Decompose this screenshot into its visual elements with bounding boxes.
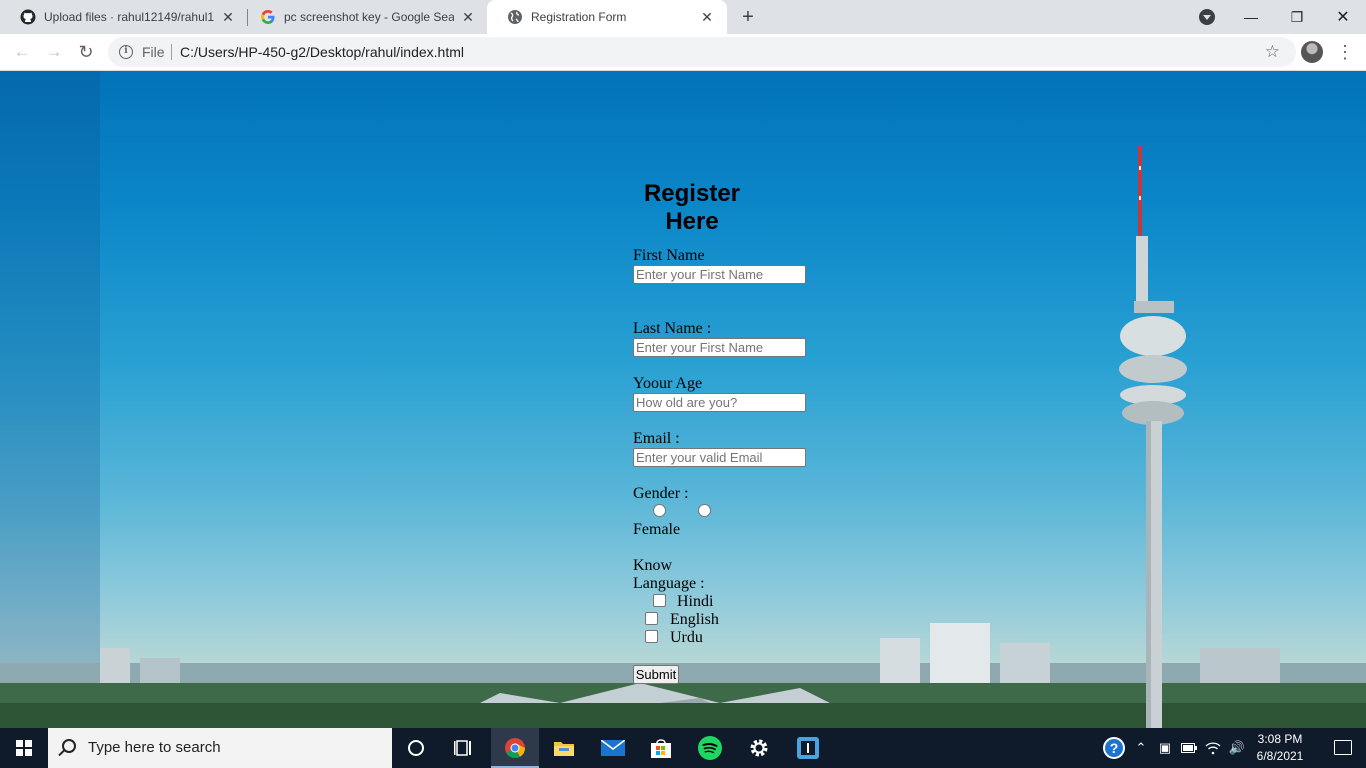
clock-date: 6/8/2021 [1256,749,1304,763]
age-label: Yoour Age [633,375,703,392]
language-label: Know [633,557,673,574]
windows-icon [16,740,32,756]
last-name-label: Last Name : [633,320,712,337]
globe-icon [508,10,522,24]
browser-toolbar: ← → ↻ i File C:/Users/HP-450-g2/Desktop/… [0,34,1366,71]
file-explorer-icon[interactable] [540,728,588,768]
profile-avatar[interactable] [1301,41,1323,63]
store-icon[interactable] [637,728,685,768]
hindi-label: Hindi [677,593,714,610]
google-icon [261,10,275,24]
restore-button[interactable]: ❐ [1274,0,1320,34]
site-info-icon[interactable]: i [119,45,133,59]
taskbar: Type here to search ? ⌃ ▣ 🔊 3:08 PM 6/8/… [0,728,1366,768]
english-label: English [670,611,719,628]
title-line: Here [665,208,719,235]
reload-icon[interactable]: ↻ [76,42,96,62]
title-line: Register [643,180,741,207]
github-icon [20,9,36,25]
last-name-input[interactable] [633,338,806,357]
minimize-button[interactable]: — [1228,0,1274,34]
wifi-icon[interactable] [1202,728,1224,768]
address-bar[interactable]: i File C:/Users/HP-450-g2/Desktop/rahul/… [108,37,1296,67]
hindi-checkbox[interactable] [653,594,666,607]
submit-button[interactable]: Submit [633,665,679,684]
notification-center-icon[interactable] [1320,728,1366,768]
close-tab-icon[interactable]: ✕ [699,9,715,25]
search-placeholder: Type here to search [88,739,221,756]
tab-title: Registration Form [531,10,627,24]
back-icon[interactable]: ← [12,42,32,62]
taskbar-search-box[interactable]: Type here to search [48,728,392,768]
first-name-input[interactable] [633,265,806,284]
chevron-up-icon[interactable]: ⌃ [1130,728,1152,768]
page-title: Register Here [640,180,744,236]
meet-now-icon[interactable]: ▣ [1154,728,1176,768]
cortana-icon[interactable] [392,728,440,768]
first-name-label: First Name [633,247,705,264]
email-input[interactable] [633,448,806,467]
page-viewport: Register Here First Name Last Name : Yoo… [0,71,1366,728]
settings-gear-icon[interactable] [735,728,783,768]
spotify-icon[interactable] [686,728,734,768]
close-tab-icon[interactable]: ✕ [220,9,236,25]
gender-radio-male[interactable] [653,504,666,517]
language-label: Language : [633,575,705,592]
divider [171,44,172,60]
email-label: Email : [633,430,680,447]
mail-icon[interactable] [589,728,637,768]
tab-title: Upload files · rahul12149/rahul12 [44,10,214,24]
help-icon[interactable]: ? [1100,728,1128,768]
tv-tower-background [1119,146,1187,728]
gender-label: Gender : [633,485,689,502]
app-icon[interactable] [784,728,832,768]
forward-icon[interactable]: → [44,42,64,62]
tab-github[interactable]: Upload files · rahul12149/rahul12 ✕ [0,0,248,34]
tab-google-search[interactable]: pc screenshot key - Google Searc ✕ [240,0,488,34]
bookmark-star-icon[interactable]: ☆ [1265,42,1280,62]
new-tab-button[interactable]: + [738,7,758,27]
battery-icon[interactable] [1178,728,1200,768]
system-clock[interactable]: 3:08 PM 6/8/2021 [1240,731,1320,765]
search-icon [62,739,76,753]
urdu-checkbox[interactable] [645,630,658,643]
chrome-taskbar-icon[interactable] [491,728,539,768]
start-button[interactable] [0,728,48,768]
tab-strip: Upload files · rahul12149/rahul12 ✕ pc s… [0,0,1366,34]
menu-kebab-icon[interactable]: ⋮ [1336,42,1354,62]
english-checkbox[interactable] [645,612,658,625]
urdu-label: Urdu [670,629,703,646]
close-tab-icon[interactable]: ✕ [460,9,476,25]
url-text[interactable]: C:/Users/HP-450-g2/Desktop/rahul/index.h… [180,44,464,60]
scheme-label: File [142,44,165,60]
tab-registration-form[interactable]: Registration Form ✕ [487,0,727,34]
task-view-icon[interactable] [440,728,488,768]
tab-search-icon[interactable] [1199,9,1215,25]
age-input[interactable] [633,393,806,412]
close-window-button[interactable]: ✕ [1320,0,1366,34]
clock-time: 3:08 PM [1257,732,1303,746]
female-label: Female [633,521,681,538]
tab-title: pc screenshot key - Google Searc [284,10,454,24]
gender-radio-female[interactable] [698,504,711,517]
